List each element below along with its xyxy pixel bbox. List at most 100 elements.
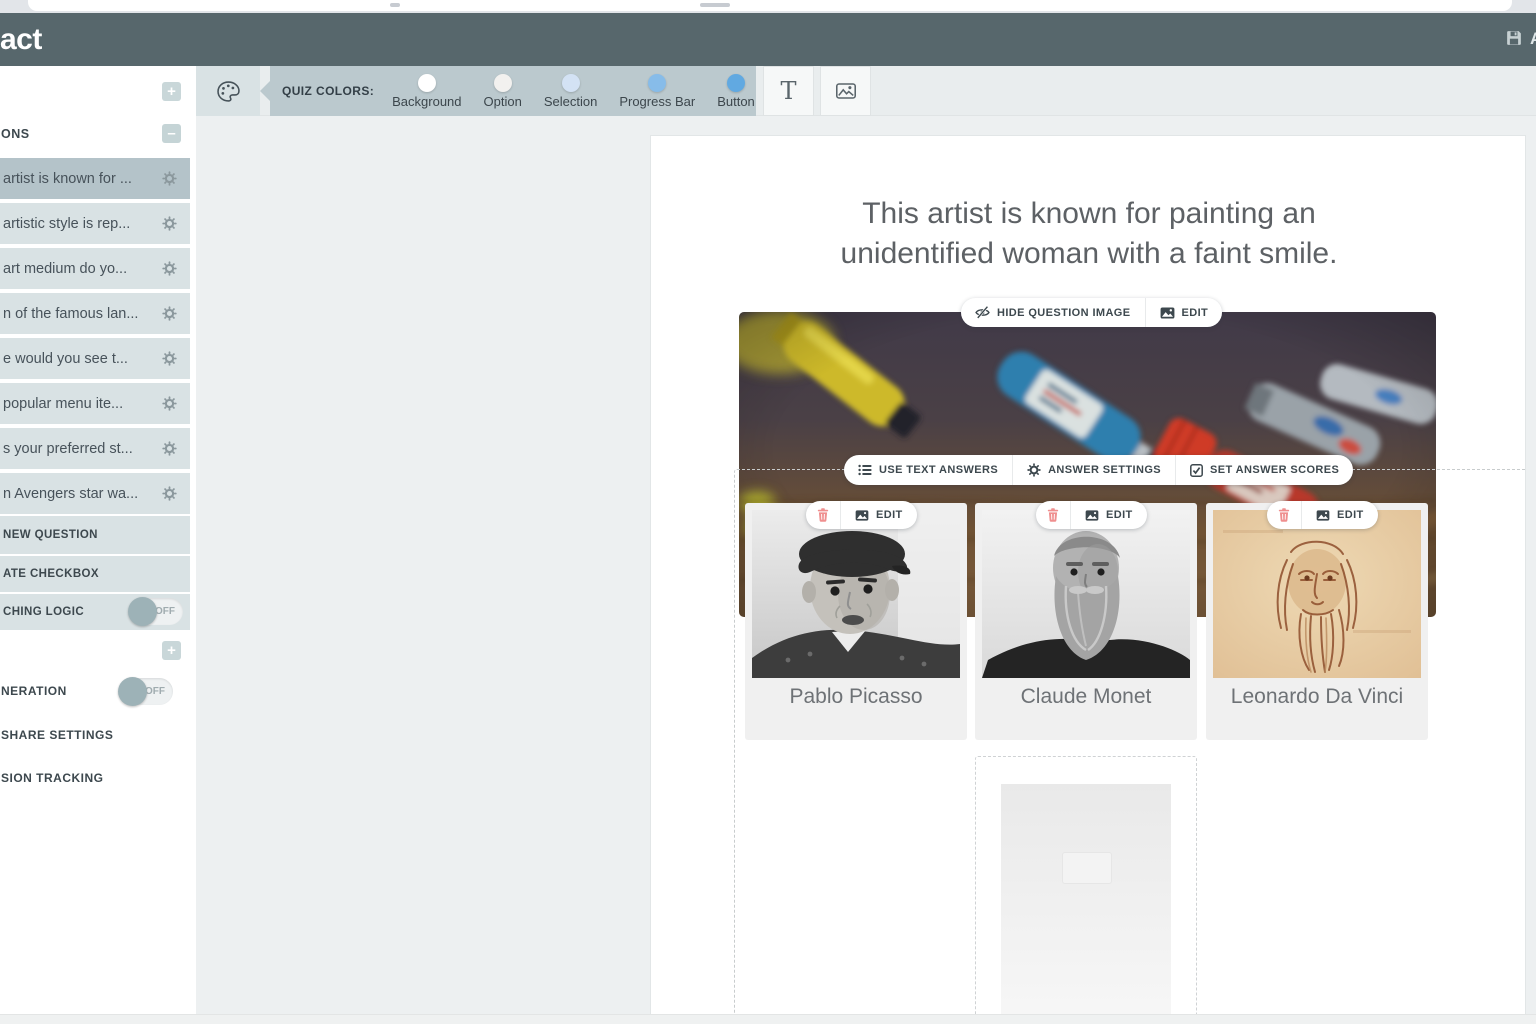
- app-logo: act: [0, 23, 42, 56]
- expand-results-button[interactable]: +: [162, 641, 181, 660]
- use-text-answers-button[interactable]: USE TEXT ANSWERS: [844, 455, 1012, 485]
- quiz-colors-panel: QUIZ COLORS: Background Option Selection…: [270, 66, 756, 116]
- answer-image-leonardo-da-vinci[interactable]: [1213, 510, 1421, 678]
- browser-chrome-strip: [0, 0, 1536, 13]
- question-item-2[interactable]: artistic style is rep...: [0, 203, 190, 244]
- question-settings-icon[interactable]: [162, 171, 177, 186]
- progress-bar-color-dot[interactable]: [648, 73, 667, 92]
- browser-icon-fragment: [390, 3, 400, 7]
- add-new-question-button[interactable]: NEW QUESTION: [0, 516, 190, 554]
- question-settings-icon[interactable]: [162, 486, 177, 501]
- answer-card-pablo-picasso[interactable]: Pablo Picasso: [745, 503, 967, 740]
- color-swatches: Background Option Selection Progress Bar…: [392, 73, 755, 109]
- quiz-canvas: This artist is known for painting an uni…: [196, 116, 1536, 1024]
- design-toolbar: QUIZ COLORS: Background Option Selection…: [196, 66, 1536, 116]
- trash-icon: [817, 508, 829, 522]
- da-vinci-sketch: [1213, 510, 1421, 678]
- palette-icon: [217, 81, 240, 102]
- answer-label: Pablo Picasso: [789, 685, 923, 708]
- swatch-button[interactable]: Button: [717, 73, 755, 109]
- question-item-4[interactable]: n of the famous lan...: [0, 293, 190, 334]
- monet-photo: [982, 510, 1190, 678]
- question-settings-icon[interactable]: [162, 261, 177, 276]
- app-screen: act A + ONS – artist is known for ... ar…: [0, 0, 1536, 1024]
- hide-question-image-button[interactable]: HIDE QUESTION IMAGE: [961, 298, 1145, 327]
- answer-settings-button[interactable]: ANSWER SETTINGS: [1012, 455, 1175, 485]
- option-color-dot[interactable]: [493, 73, 512, 92]
- question-image-pill: HIDE QUESTION IMAGE EDIT: [961, 298, 1223, 327]
- swatch-option[interactable]: Option: [484, 73, 522, 109]
- omnibox-fragment: [28, 0, 1512, 11]
- expand-section-button[interactable]: +: [162, 82, 181, 101]
- delete-answer-button[interactable]: [806, 501, 840, 529]
- answer-label: Claude Monet: [1020, 685, 1152, 708]
- branching-logic-toggle[interactable]: OFF: [128, 597, 183, 626]
- placeholder-button-fragment: [1062, 852, 1112, 884]
- button-color-dot[interactable]: [727, 73, 745, 92]
- horizontal-scrollbar[interactable]: [0, 1014, 1536, 1024]
- app-header: act A: [0, 13, 1536, 66]
- header-partial-text: A: [1530, 29, 1536, 53]
- trash-icon: [1047, 508, 1059, 522]
- question-item-8[interactable]: n Avengers star wa...: [0, 473, 190, 514]
- picasso-photo: [752, 510, 960, 678]
- image-icon: [855, 510, 869, 521]
- lead-generation-label: NERATION: [1, 684, 67, 698]
- checkbox-icon: [1190, 464, 1203, 477]
- answer-label: Leonardo Da Vinci: [1230, 685, 1404, 708]
- swatch-progress-bar[interactable]: Progress Bar: [619, 73, 695, 109]
- quiz-preview-card: This artist is known for painting an uni…: [650, 135, 1526, 1024]
- answers-toolbar-pill: USE TEXT ANSWERS ANSWER SETTINGS SET ANS…: [844, 455, 1354, 485]
- text-tool-button[interactable]: T: [763, 66, 814, 116]
- question-item-5[interactable]: e would you see t...: [0, 338, 190, 379]
- delete-answer-button[interactable]: [1267, 501, 1301, 529]
- delete-answer-button[interactable]: [1036, 501, 1070, 529]
- image-icon: [1316, 510, 1330, 521]
- save-icon[interactable]: [1506, 30, 1522, 46]
- question-item-3[interactable]: art medium do yo...: [0, 248, 190, 289]
- swatch-background[interactable]: Background: [392, 73, 462, 109]
- placeholder-image-area: [1001, 784, 1171, 1024]
- image-icon: [1160, 307, 1175, 319]
- answer-card-leonardo-da-vinci[interactable]: Leonardo Da Vinci: [1206, 503, 1428, 740]
- browser-text-fragment: [700, 3, 730, 7]
- quiz-colors-label: QUIZ COLORS:: [282, 84, 375, 98]
- answer-image-pablo-picasso[interactable]: [752, 510, 960, 678]
- question-settings-icon[interactable]: [162, 441, 177, 456]
- text-tool-icon: T: [780, 77, 797, 105]
- image-tool-button[interactable]: [820, 66, 871, 116]
- answer-card-claude-monet[interactable]: Claude Monet: [975, 503, 1197, 740]
- question-item-1[interactable]: artist is known for ...: [0, 158, 190, 199]
- background-color-dot[interactable]: [417, 73, 436, 92]
- answer-image-claude-monet[interactable]: [982, 510, 1190, 678]
- answer-edit-pill-3: EDIT: [1267, 501, 1378, 529]
- colors-panel-notch: [260, 81, 270, 101]
- edit-answer-button[interactable]: EDIT: [840, 501, 917, 529]
- question-title[interactable]: This artist is known for painting an uni…: [739, 194, 1439, 274]
- question-item-6[interactable]: popular menu ite...: [0, 383, 190, 424]
- conversion-tracking-link[interactable]: SION TRACKING: [1, 771, 104, 785]
- trash-icon: [1278, 508, 1290, 522]
- questions-section-header: ONS: [1, 127, 30, 141]
- question-settings-icon[interactable]: [162, 396, 177, 411]
- branching-logic-row[interactable]: CHING LOGIC OFF: [0, 594, 190, 630]
- collapse-questions-button[interactable]: –: [162, 124, 181, 143]
- selection-color-dot[interactable]: [561, 73, 580, 92]
- question-settings-icon[interactable]: [162, 351, 177, 366]
- question-settings-icon[interactable]: [162, 306, 177, 321]
- share-settings-link[interactable]: SHARE SETTINGS: [1, 728, 113, 742]
- edit-answer-button[interactable]: EDIT: [1301, 501, 1378, 529]
- edit-question-image-button[interactable]: EDIT: [1144, 298, 1223, 327]
- set-answer-scores-button[interactable]: SET ANSWER SCORES: [1175, 455, 1353, 485]
- add-answer-placeholder[interactable]: [975, 756, 1197, 1024]
- image-tool-icon: [836, 83, 856, 99]
- sidebar: + ONS – artist is known for ... artistic…: [0, 66, 196, 1014]
- palette-tool[interactable]: [196, 66, 260, 116]
- lead-generation-toggle[interactable]: OFF: [118, 677, 173, 706]
- swatch-selection[interactable]: Selection: [544, 73, 597, 109]
- activate-checkbox-button[interactable]: ATE CHECKBOX: [0, 556, 190, 592]
- question-item-7[interactable]: s your preferred st...: [0, 428, 190, 469]
- question-settings-icon[interactable]: [162, 216, 177, 231]
- image-icon: [1085, 510, 1099, 521]
- edit-answer-button[interactable]: EDIT: [1070, 501, 1147, 529]
